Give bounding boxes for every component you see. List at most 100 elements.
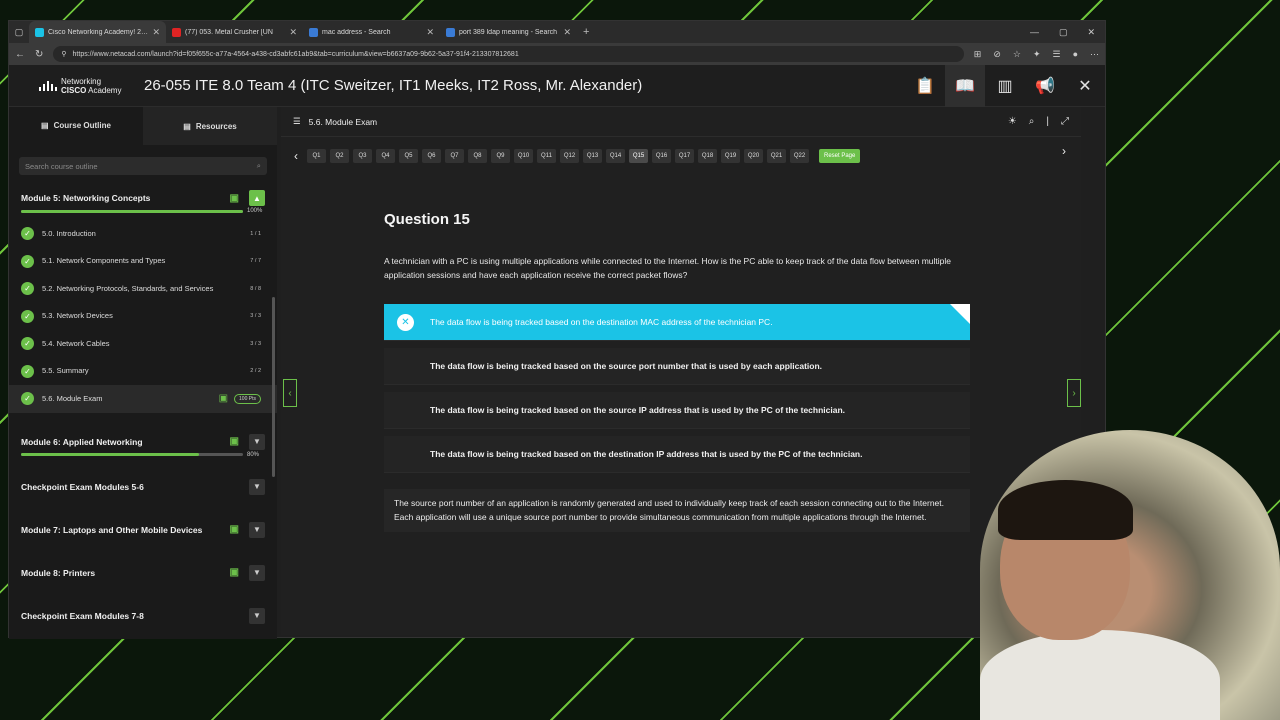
exam-header: ☰ 5.6. Module Exam ☀ ⌕ | ⤢: [281, 107, 1081, 137]
browser-tab-1[interactable]: (77) 053. Metal Crusher [UN ✕: [166, 21, 303, 43]
search-icon[interactable]: ⌕: [257, 161, 261, 171]
cisco-logo[interactable]: Networking CISCO Academy: [9, 77, 134, 95]
question-button[interactable]: Q4: [376, 149, 395, 163]
question-title: Question 15: [384, 211, 470, 228]
tab-course-outline[interactable]: ▤ Course Outline: [9, 107, 143, 145]
question-button[interactable]: Q15: [629, 149, 648, 163]
module-8: Module 8: Printers ▣ ▼: [9, 558, 277, 588]
answer-option-3[interactable]: The data flow is being tracked based on …: [384, 392, 970, 429]
question-button[interactable]: Q7: [445, 149, 464, 163]
tab-menu-icon[interactable]: ▢: [9, 27, 29, 38]
reload-icon[interactable]: ↻: [35, 49, 43, 60]
maximize-icon[interactable]: ▢: [1059, 27, 1068, 38]
chevron-down-icon[interactable]: ▼: [249, 564, 265, 581]
question-button[interactable]: Q16: [652, 149, 671, 163]
question-button[interactable]: Q17: [675, 149, 694, 163]
check-icon: ✓: [21, 337, 34, 351]
lesson-item-active[interactable]: ✓ 5.6. Module Exam ▣ 100 Pts: [9, 385, 277, 413]
chevron-down-icon[interactable]: ▼: [249, 478, 265, 495]
exam-title: 5.6. Module Exam: [308, 116, 378, 127]
new-tab-button[interactable]: +: [577, 26, 595, 38]
back-icon[interactable]: ←: [15, 49, 25, 60]
question-button[interactable]: Q12: [560, 149, 579, 163]
lesson-item[interactable]: ✓ 5.4. Network Cables 3 / 3: [21, 330, 265, 358]
close-window-icon[interactable]: ✕: [1087, 27, 1095, 38]
lesson-item[interactable]: ✓ 5.5. Summary 2 / 2: [21, 358, 265, 386]
announcement-icon[interactable]: 📢: [1025, 65, 1065, 107]
question-button[interactable]: Q19: [721, 149, 740, 163]
tab-title: mac address - Search: [322, 28, 391, 36]
reset-page-button[interactable]: Reset Page: [819, 149, 861, 163]
close-tab-icon[interactable]: ✕: [152, 27, 160, 38]
module-header[interactable]: Module 8: Printers ▣ ▼: [21, 558, 265, 588]
browser-tab-3[interactable]: port 389 ldap meaning - Search ✕: [440, 21, 577, 43]
browser-tab-2[interactable]: mac address - Search ✕: [303, 21, 440, 43]
question-button[interactable]: Q6: [422, 149, 441, 163]
lesson-item[interactable]: ✓ 5.2. Networking Protocols, Standards, …: [21, 275, 265, 303]
sidebar-scrollbar[interactable]: [272, 297, 275, 477]
prev-page-icon[interactable]: ‹: [283, 379, 297, 407]
prev-question-icon[interactable]: ‹: [289, 149, 303, 163]
book-icon[interactable]: 📖: [945, 64, 985, 107]
question-button[interactable]: Q2: [330, 149, 349, 163]
site-info-icon[interactable]: ⚲: [61, 50, 66, 58]
lesson-item[interactable]: ✓ 5.3. Network Devices 3 / 3: [21, 303, 265, 331]
module-header[interactable]: Checkpoint Exam Modules 7-8 ▼: [21, 601, 265, 631]
question-text: A technician with a PC is using multiple…: [384, 256, 951, 280]
course-title: 26-055 ITE 8.0 Team 4 (ITC Sweitzer, IT1…: [144, 77, 643, 94]
module-header[interactable]: Module 7: Laptops and Other Mobile Devic…: [21, 515, 265, 545]
apps-icon[interactable]: ⊞: [974, 49, 982, 60]
question-button[interactable]: Q21: [767, 149, 786, 163]
block-icon[interactable]: ⊘: [993, 49, 1001, 60]
corner-flag: [950, 304, 970, 324]
question-button[interactable]: Q10: [514, 149, 533, 163]
next-page-icon[interactable]: ›: [1067, 379, 1081, 407]
answer-option-2[interactable]: The data flow is being tracked based on …: [384, 348, 970, 385]
close-course-icon[interactable]: ✕: [1065, 65, 1105, 107]
chevron-down-icon[interactable]: ▼: [249, 521, 265, 538]
question-button[interactable]: Q13: [583, 149, 602, 163]
lesson-item[interactable]: ✓ 5.1. Network Components and Types 7 / …: [21, 248, 265, 276]
question-button[interactable]: Q9: [491, 149, 510, 163]
course-sidebar: ▤ Course Outline ▤ Resources Search cour…: [9, 107, 277, 639]
lesson-item[interactable]: ✓ 5.0. Introduction 1 / 1: [21, 220, 265, 248]
close-tab-icon[interactable]: ✕: [289, 27, 297, 38]
more-icon[interactable]: ⋯: [1090, 49, 1099, 60]
chevron-down-icon[interactable]: ▼: [249, 607, 265, 624]
question-button[interactable]: Q20: [744, 149, 763, 163]
question-button[interactable]: Q22: [790, 149, 809, 163]
question-button[interactable]: Q5: [399, 149, 418, 163]
search-icon[interactable]: ⌕: [1029, 116, 1035, 127]
clipboard-icon: ▣: [218, 393, 229, 405]
question-button[interactable]: Q1: [307, 149, 326, 163]
check-icon: ✓: [21, 364, 34, 378]
favorites-icon[interactable]: ☰: [1052, 49, 1060, 60]
url-field[interactable]: ⚲ https://www.netacad.com/launch?id=f05f…: [53, 46, 964, 62]
brightness-icon[interactable]: ☀: [1008, 116, 1017, 127]
favorite-star-icon[interactable]: ☆: [1013, 49, 1021, 60]
question-button[interactable]: Q14: [606, 149, 625, 163]
chevron-down-icon[interactable]: ▼: [249, 433, 265, 450]
answer-option-1[interactable]: ✕ The data flow is being tracked based o…: [384, 304, 970, 341]
question-button[interactable]: Q18: [698, 149, 717, 163]
answer-option-4[interactable]: The data flow is being tracked based on …: [384, 436, 970, 473]
outline-search-input[interactable]: Search course outline ⌕: [19, 157, 267, 175]
extension-icon[interactable]: ✦: [1033, 49, 1041, 60]
close-tab-icon[interactable]: ✕: [563, 27, 571, 38]
close-tab-icon[interactable]: ✕: [426, 27, 434, 38]
expand-icon[interactable]: ⤢: [1061, 116, 1069, 127]
next-question-icon[interactable]: ›: [1057, 144, 1071, 158]
tab-resources[interactable]: ▤ Resources: [143, 107, 277, 145]
favicon-icon: [446, 27, 455, 37]
minimize-icon[interactable]: —: [1030, 27, 1039, 38]
grades-icon[interactable]: ▥: [985, 65, 1025, 107]
module-header[interactable]: Checkpoint Exam Modules 5-6 ▼: [21, 472, 265, 502]
chevron-up-icon[interactable]: ▲: [249, 190, 265, 206]
clipboard-icon[interactable]: 📋: [905, 65, 945, 107]
question-button[interactable]: Q11: [537, 149, 556, 163]
browser-tab-0[interactable]: Cisco Networking Academy! 26-0 ✕: [29, 21, 166, 43]
profile-icon[interactable]: ●: [1073, 49, 1078, 60]
question-button[interactable]: Q3: [353, 149, 372, 163]
toggle-menu-icon[interactable]: ☰: [293, 116, 301, 127]
question-button[interactable]: Q8: [468, 149, 487, 163]
